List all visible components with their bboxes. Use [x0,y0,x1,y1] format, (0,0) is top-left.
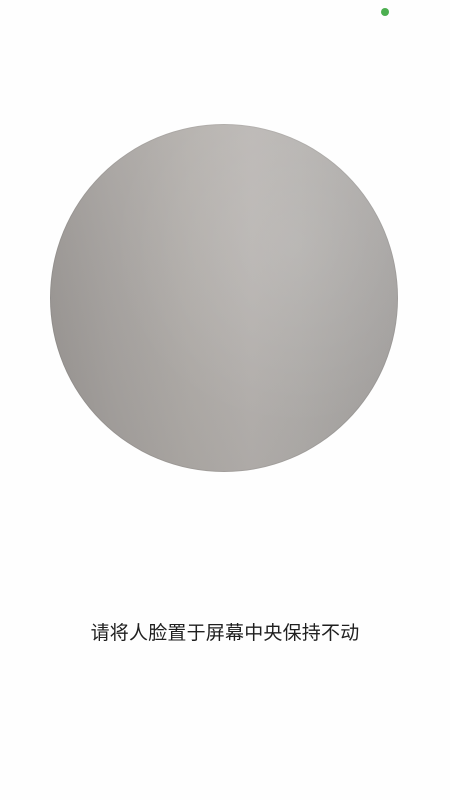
face-capture-screen: 请将人脸置于屏幕中央保持不动 [0,0,450,800]
status-dot-icon [381,8,389,16]
instruction-text: 请将人脸置于屏幕中央保持不动 [90,622,360,644]
camera-preview-circle [50,124,398,472]
